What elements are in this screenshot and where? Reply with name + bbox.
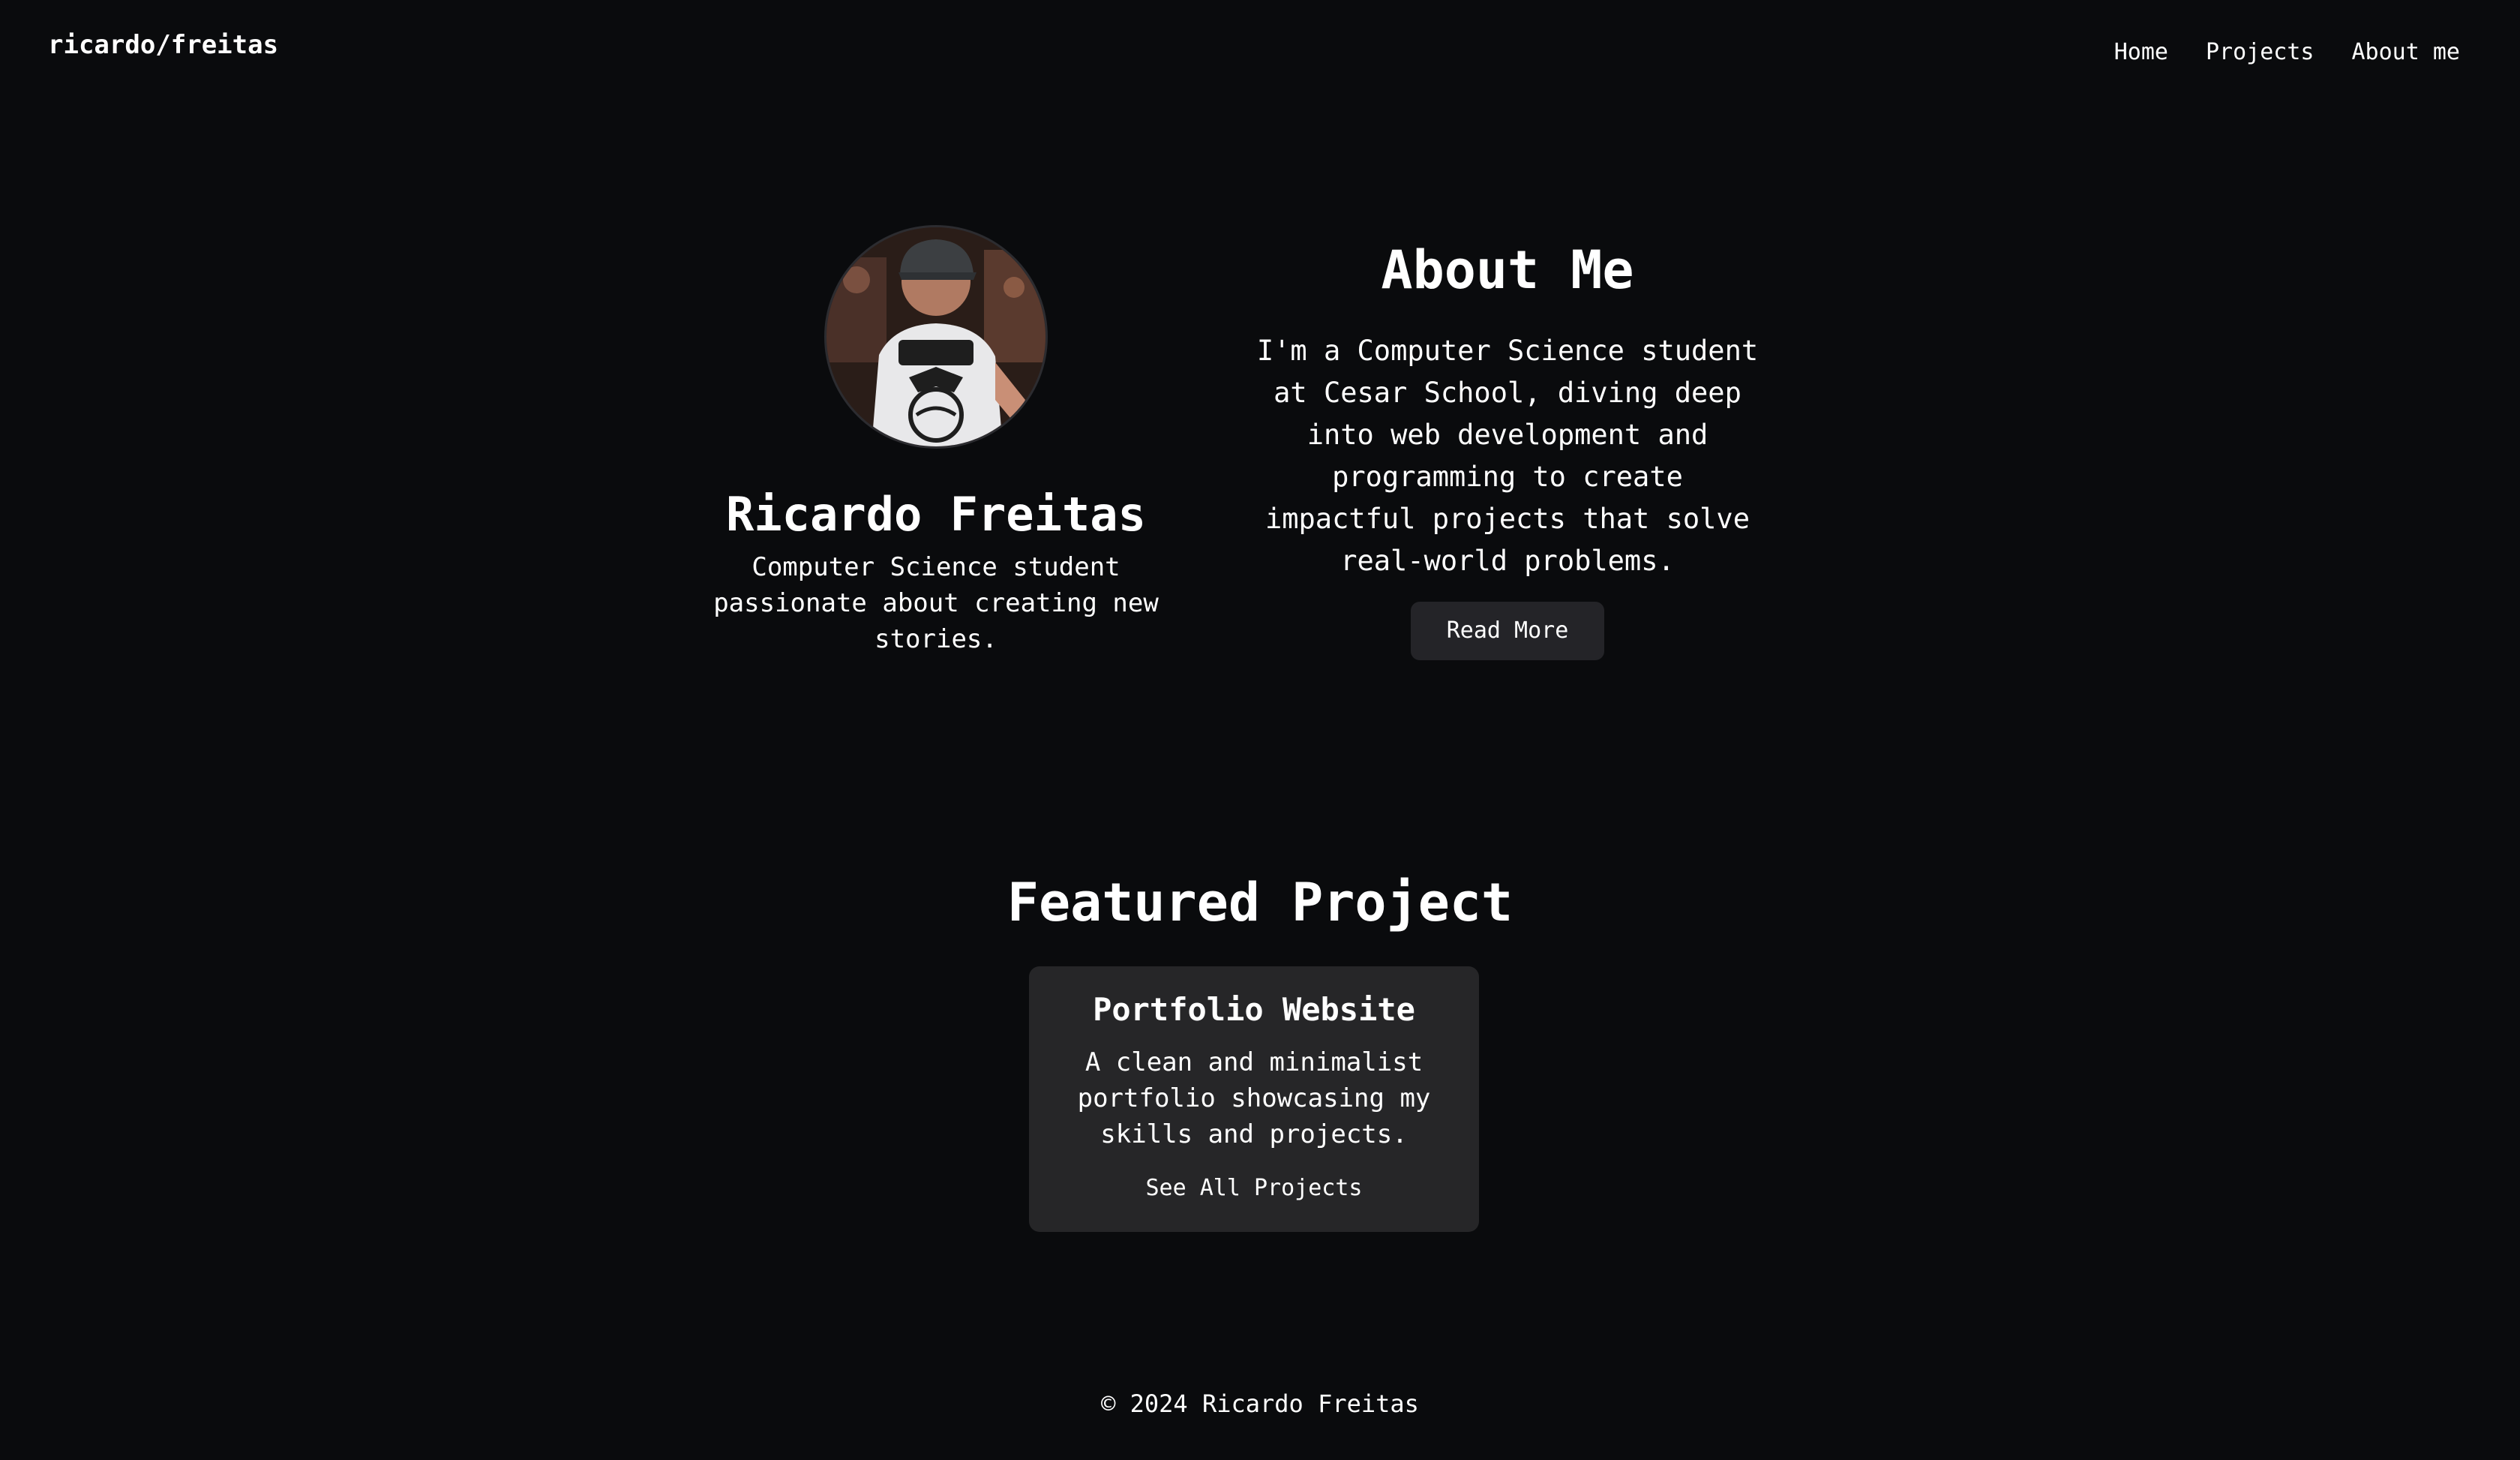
brand-logo-link[interactable]: ricardo/freitas [48, 30, 278, 60]
about-block: About Me I'm a Computer Science student … [1245, 225, 1770, 660]
avatar-photo-image [826, 227, 1046, 446]
footer-copyright: © 2024 Ricardo Freitas [1101, 1389, 1419, 1418]
profile-block: Ricardo Freitas Computer Science student… [711, 225, 1161, 657]
profile-name: Ricardo Freitas [726, 487, 1146, 542]
avatar [824, 225, 1048, 449]
project-card-title: Portfolio Website [1093, 991, 1415, 1028]
see-all-projects-link[interactable]: See All Projects [1146, 1175, 1363, 1201]
nav-item-home[interactable]: Home [2114, 39, 2168, 65]
project-card-description: A clean and minimalist portfolio showcas… [1077, 1047, 1431, 1149]
nav-item-projects[interactable]: Projects [2206, 39, 2314, 65]
hero-section: Ricardo Freitas Computer Science student… [0, 225, 2520, 675]
read-more-button[interactable]: Read More [1410, 602, 1605, 660]
featured-project-section: Featured Project Portfolio Website A cle… [0, 870, 2520, 1232]
nav-item-about-me[interactable]: About me [2352, 39, 2461, 65]
project-card: Portfolio Website A clean and minimalist… [1029, 966, 1479, 1232]
portfolio-page: ricardo/freitas Home Projects About me R… [0, 0, 2520, 1460]
about-text: I'm a Computer Science student at Cesar … [1256, 335, 1759, 577]
top-nav: Home Projects About me [2114, 39, 2460, 65]
about-title: About Me [1381, 239, 1634, 301]
profile-tagline: Computer Science student passionate abou… [713, 552, 1159, 654]
featured-title: Featured Project [1006, 872, 1514, 933]
